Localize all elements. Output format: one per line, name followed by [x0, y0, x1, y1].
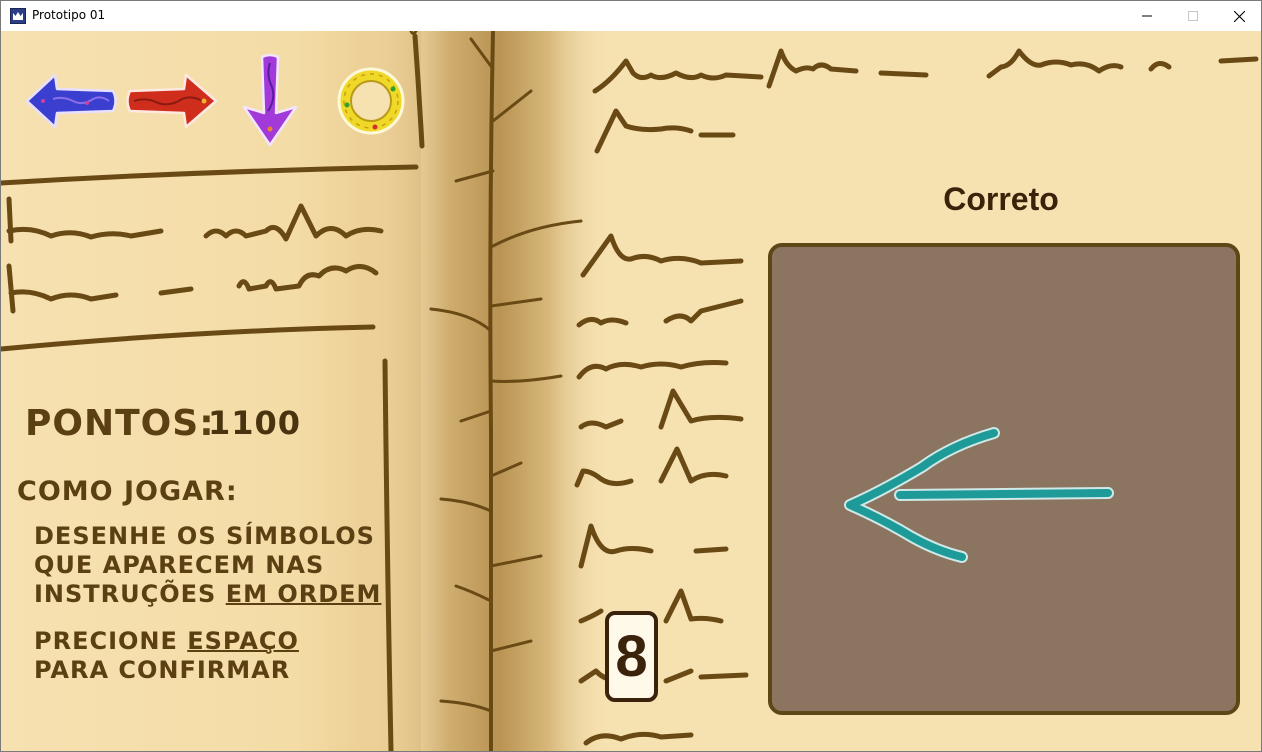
timer-value: 8 [615, 623, 648, 689]
score-label: PONTOS: [25, 403, 215, 444]
countdown-timer: 8 [605, 611, 658, 702]
instruction-emphasis: EM ORDEM [225, 580, 382, 608]
close-button[interactable] [1216, 1, 1261, 31]
arrow-down-instruction-icon [242, 53, 298, 147]
app-icon [10, 8, 26, 24]
confirm-instructions: PRECIONE ESPAÇO PARA CONFIRMAR [34, 627, 299, 685]
instruction-line: DESENHE OS SÍMBOLOS [34, 522, 375, 550]
game-window: Prototipo 01 PONTOS: 1100 COMO JOGAR: DE… [0, 0, 1262, 752]
drawn-stroke [844, 427, 1114, 563]
window-title: Prototipo 01 [32, 8, 106, 22]
arrow-left-instruction-icon [25, 73, 117, 129]
instruction-text: PRECIONE [34, 627, 178, 655]
score-value: 1100 [208, 404, 302, 442]
instruction-line: PARA CONFIRMAR [34, 656, 291, 684]
maximize-icon [1188, 11, 1198, 21]
minimize-button[interactable] [1124, 1, 1170, 31]
arrow-right-instruction-icon [126, 73, 218, 129]
circle-instruction-icon [337, 67, 405, 135]
minimize-icon [1142, 15, 1152, 17]
instruction-text: INSTRUÇÕES [34, 580, 217, 608]
feedback-status: Correto [943, 181, 1059, 217]
title-bar[interactable]: Prototipo 01 [1, 1, 1261, 31]
drawing-canvas[interactable] [768, 243, 1240, 715]
maximize-button [1170, 1, 1216, 31]
how-to-play-instructions: DESENHE OS SÍMBOLOS QUE APARECEM NAS INS… [34, 522, 381, 609]
instruction-line: PRECIONE ESPAÇO [34, 627, 299, 656]
instruction-emphasis: ESPAÇO [187, 627, 299, 655]
instruction-line: QUE APARECEM NAS [34, 551, 325, 579]
how-to-play-title: COMO JOGAR: [17, 476, 238, 507]
close-icon [1233, 10, 1245, 22]
instruction-line: INSTRUÇÕES EM ORDEM [34, 580, 381, 609]
game-area: PONTOS: 1100 COMO JOGAR: DESENHE OS SÍMB… [1, 31, 1261, 751]
